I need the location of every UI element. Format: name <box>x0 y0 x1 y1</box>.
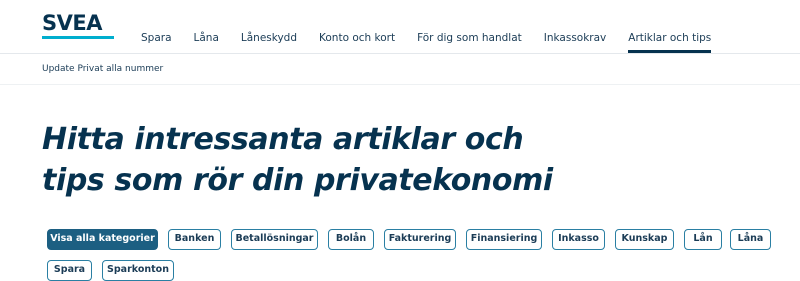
category-chip-inkasso[interactable]: Inkasso <box>552 229 605 250</box>
category-chip-lan[interactable]: Lån <box>684 229 722 250</box>
category-chip-betallosningar[interactable]: Betallösningar <box>231 229 318 250</box>
category-chip-visa-alla[interactable]: Visa alla kategorier <box>47 229 158 250</box>
page-title-line-2: tips som rör din privatekonomi <box>42 163 553 198</box>
category-chip-fakturering[interactable]: Fakturering <box>384 229 456 250</box>
nav-item-inkassokrav[interactable]: Inkassokrav <box>544 0 607 53</box>
svea-logo[interactable]: SVEA <box>42 12 116 42</box>
category-chip-bolan[interactable]: Bolån <box>328 229 374 250</box>
nav-item-for-dig-som-handlat[interactable]: För dig som handlat <box>417 0 522 53</box>
sub-navigation: Update Privat alla nummer <box>0 54 800 85</box>
category-chip-kunskap[interactable]: Kunskap <box>615 229 674 250</box>
page-title-line-1: Hitta intressanta artiklar och <box>42 122 524 157</box>
logo-underline <box>42 36 114 39</box>
subnav-link[interactable]: Update Privat alla nummer <box>42 64 163 74</box>
main-nav: Spara Låna Låneskydd Konto och kort För … <box>141 0 733 53</box>
category-chip-finansiering[interactable]: Finansiering <box>466 229 542 250</box>
logo-text: SVEA <box>42 11 102 35</box>
category-chip-lana[interactable]: Låna <box>730 229 771 250</box>
nav-item-lana[interactable]: Låna <box>194 0 219 53</box>
category-chip-spara[interactable]: Spara <box>47 260 92 281</box>
nav-item-laneskydd[interactable]: Låneskydd <box>241 0 297 53</box>
page-title: Hitta intressanta artiklar och tips som … <box>42 119 602 201</box>
category-chip-banken[interactable]: Banken <box>168 229 221 250</box>
nav-item-spara[interactable]: Spara <box>141 0 172 53</box>
top-navigation: SVEA Spara Låna Låneskydd Konto och kort… <box>0 0 800 54</box>
nav-item-artiklar-och-tips[interactable]: Artiklar och tips <box>628 0 711 53</box>
category-chip-sparkonton[interactable]: Sparkonton <box>102 260 174 281</box>
nav-item-konto-och-kort[interactable]: Konto och kort <box>319 0 395 53</box>
